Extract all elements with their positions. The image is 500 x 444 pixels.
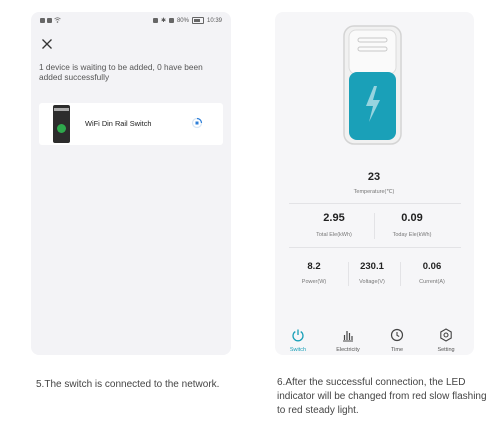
divider <box>348 262 349 286</box>
tab-setting[interactable]: Setting <box>426 328 466 353</box>
battery-icon <box>191 17 204 24</box>
power-value: 8.2 <box>307 261 321 272</box>
device-thumbnail <box>53 105 70 143</box>
today-ele-value: 0.09 <box>401 212 423 224</box>
vibrate-icon <box>168 18 174 23</box>
today-ele-label: Today Ele(kWh) <box>392 232 432 238</box>
tab-electricity[interactable]: Electricity <box>328 328 368 353</box>
tab-switch[interactable]: Switch <box>278 328 318 353</box>
tab-label: Setting <box>437 347 455 353</box>
close-icon[interactable] <box>41 37 53 49</box>
status-bar: ✱ 80% 10:39 <box>31 12 231 28</box>
voltage-value: 230.1 <box>360 261 384 272</box>
device-thumbnail-logo <box>54 108 69 111</box>
left-phone-screen: ✱ 80% 10:39 1 device is waiting to be ad… <box>31 12 231 355</box>
current-label: Current(A) <box>419 279 445 285</box>
total-ele-value: 2.95 <box>323 212 345 224</box>
tab-label: Time <box>390 347 404 353</box>
wifi-icon <box>54 17 61 23</box>
tab-time[interactable]: Time <box>377 328 417 353</box>
device-power-led <box>57 124 66 133</box>
device-name: WiFi Din Rail Switch <box>85 119 152 128</box>
power-icon <box>292 329 304 342</box>
loading-spinner-icon <box>191 117 203 129</box>
din-rail-switch-image <box>343 25 402 145</box>
bottom-tab-bar: Switch Electricity Time Setting <box>275 328 474 355</box>
power-label: Power(W) <box>301 279 327 285</box>
divider <box>374 213 375 239</box>
notification-icon <box>40 17 45 23</box>
waiting-status-text: 1 device is waiting to be added, 0 have … <box>39 62 203 82</box>
voltage-label: Voltage(V) <box>359 279 385 285</box>
tab-label: Electricity <box>336 347 360 353</box>
clock-time: 10:39 <box>206 17 222 24</box>
bar-chart-icon <box>343 331 353 342</box>
divider <box>289 203 461 204</box>
device-card[interactable]: WiFi Din Rail Switch <box>39 103 223 145</box>
current-value: 0.06 <box>422 261 442 272</box>
status-left-icons <box>40 17 61 23</box>
nfc-icon <box>152 18 158 23</box>
app-notification-icon <box>47 17 52 23</box>
clock-icon <box>390 328 404 342</box>
divider <box>400 262 401 286</box>
gear-icon <box>440 328 452 342</box>
status-right-icons: ✱ 80% 10:39 <box>152 17 222 24</box>
total-ele-label: Total Ele(kWh) <box>316 232 352 238</box>
temperature-value: 23 <box>367 171 381 183</box>
divider <box>289 247 461 248</box>
battery-percent: 80% <box>176 17 189 24</box>
right-phone-screen: 23 Temperature(℃) 2.95 Total Ele(kWh) 0.… <box>275 12 474 355</box>
temperature-label: Temperature(℃) <box>353 189 395 195</box>
step-5-caption: 5.The switch is connected to the network… <box>36 379 220 390</box>
step-6-caption: 6.After the successful connection, the L… <box>277 377 487 416</box>
tab-label: Switch <box>289 347 307 353</box>
bluetooth-icon: ✱ <box>160 18 166 24</box>
